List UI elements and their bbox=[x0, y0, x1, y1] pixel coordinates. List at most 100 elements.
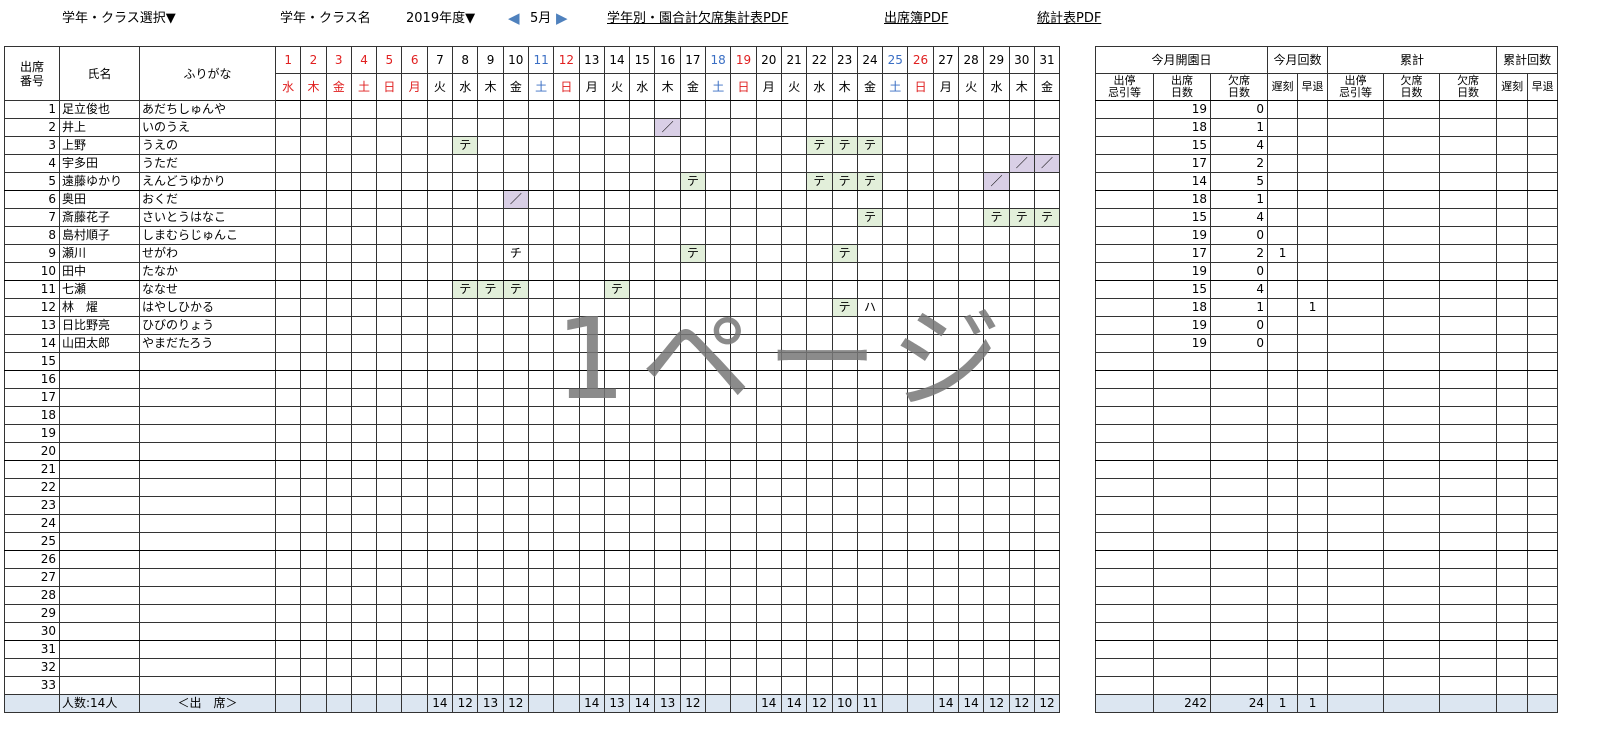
attendance-cell[interactable] bbox=[300, 280, 327, 299]
attendance-mark[interactable]: テ bbox=[831, 298, 858, 317]
attendance-cell[interactable] bbox=[300, 406, 327, 425]
attendance-cell[interactable] bbox=[629, 190, 656, 209]
attendance-cell[interactable] bbox=[983, 316, 1010, 335]
student-kana[interactable]: ひびのりょう bbox=[139, 316, 276, 335]
attendance-cell[interactable] bbox=[780, 316, 808, 335]
student-kana[interactable] bbox=[139, 352, 276, 371]
attendance-cell[interactable] bbox=[705, 172, 732, 191]
attendance-cell[interactable] bbox=[426, 442, 454, 461]
attendance-cell[interactable] bbox=[477, 316, 504, 335]
student-name[interactable] bbox=[59, 568, 140, 587]
attendance-cell[interactable] bbox=[325, 604, 352, 623]
attendance-cell[interactable] bbox=[856, 334, 884, 353]
attendance-cell[interactable] bbox=[679, 586, 707, 605]
student-kana[interactable]: えんどうゆかり bbox=[139, 172, 276, 191]
attendance-cell[interactable] bbox=[376, 568, 403, 587]
attendance-cell[interactable] bbox=[603, 352, 631, 371]
attendance-cell[interactable] bbox=[780, 676, 808, 695]
attendance-cell[interactable] bbox=[350, 604, 378, 623]
attendance-cell[interactable] bbox=[983, 298, 1010, 317]
attendance-cell[interactable] bbox=[755, 568, 782, 587]
attendance-cell[interactable] bbox=[274, 496, 302, 515]
attendance-cell[interactable] bbox=[882, 226, 909, 245]
attendance-cell[interactable] bbox=[958, 334, 985, 353]
attendance-cell[interactable] bbox=[958, 316, 985, 335]
attendance-cell[interactable] bbox=[730, 136, 757, 155]
attendance-cell[interactable] bbox=[527, 514, 555, 533]
attendance-cell[interactable] bbox=[1033, 370, 1061, 389]
student-name[interactable] bbox=[59, 532, 140, 551]
attendance-mark[interactable]: テ bbox=[831, 136, 858, 155]
attendance-cell[interactable] bbox=[401, 244, 428, 263]
attendance-cell[interactable] bbox=[325, 298, 352, 317]
attendance-pdf-link[interactable]: 出席簿PDF bbox=[884, 10, 948, 28]
attendance-cell[interactable] bbox=[679, 334, 707, 353]
attendance-cell[interactable] bbox=[350, 190, 378, 209]
attendance-cell[interactable] bbox=[350, 622, 378, 641]
attendance-cell[interactable] bbox=[907, 226, 934, 245]
attendance-cell[interactable] bbox=[755, 640, 782, 659]
attendance-cell[interactable] bbox=[401, 316, 428, 335]
attendance-cell[interactable] bbox=[376, 388, 403, 407]
attendance-cell[interactable] bbox=[553, 658, 580, 677]
attendance-cell[interactable] bbox=[603, 406, 631, 425]
attendance-cell[interactable] bbox=[629, 586, 656, 605]
attendance-cell[interactable] bbox=[907, 586, 934, 605]
attendance-cell[interactable] bbox=[1008, 226, 1035, 245]
attendance-cell[interactable] bbox=[629, 424, 656, 443]
attendance-cell[interactable] bbox=[856, 118, 884, 137]
student-kana[interactable] bbox=[139, 622, 276, 641]
attendance-cell[interactable] bbox=[325, 622, 352, 641]
attendance-cell[interactable] bbox=[629, 352, 656, 371]
attendance-cell[interactable] bbox=[629, 640, 656, 659]
student-kana[interactable]: はやしひかる bbox=[139, 298, 276, 317]
attendance-mark[interactable]: テ bbox=[831, 244, 858, 263]
attendance-cell[interactable] bbox=[780, 550, 808, 569]
attendance-cell[interactable] bbox=[527, 388, 555, 407]
attendance-cell[interactable] bbox=[350, 388, 378, 407]
attendance-cell[interactable] bbox=[578, 514, 605, 533]
attendance-cell[interactable] bbox=[983, 442, 1010, 461]
attendance-cell[interactable] bbox=[730, 676, 757, 695]
attendance-cell[interactable] bbox=[831, 586, 858, 605]
attendance-cell[interactable] bbox=[806, 118, 833, 137]
attendance-cell[interactable] bbox=[274, 550, 302, 569]
attendance-cell[interactable] bbox=[806, 226, 833, 245]
attendance-cell[interactable] bbox=[629, 208, 656, 227]
attendance-cell[interactable] bbox=[553, 460, 580, 479]
attendance-cell[interactable] bbox=[376, 586, 403, 605]
student-name[interactable] bbox=[59, 640, 140, 659]
attendance-cell[interactable] bbox=[553, 640, 580, 659]
attendance-cell[interactable] bbox=[932, 118, 960, 137]
attendance-cell[interactable] bbox=[831, 370, 858, 389]
attendance-cell[interactable] bbox=[755, 226, 782, 245]
attendance-cell[interactable] bbox=[477, 352, 504, 371]
attendance-cell[interactable] bbox=[426, 532, 454, 551]
attendance-cell[interactable] bbox=[780, 640, 808, 659]
attendance-mark[interactable]: テ bbox=[831, 172, 858, 191]
student-kana[interactable] bbox=[139, 370, 276, 389]
attendance-cell[interactable] bbox=[300, 100, 327, 119]
attendance-cell[interactable] bbox=[1033, 334, 1061, 353]
student-name[interactable] bbox=[59, 406, 140, 425]
attendance-cell[interactable] bbox=[325, 316, 352, 335]
attendance-cell[interactable] bbox=[983, 118, 1010, 137]
attendance-cell[interactable] bbox=[730, 334, 757, 353]
attendance-cell[interactable] bbox=[705, 100, 732, 119]
attendance-cell[interactable] bbox=[603, 460, 631, 479]
attendance-cell[interactable] bbox=[1008, 514, 1035, 533]
attendance-cell[interactable] bbox=[856, 244, 884, 263]
attendance-cell[interactable] bbox=[983, 280, 1010, 299]
attendance-cell[interactable] bbox=[882, 622, 909, 641]
attendance-cell[interactable] bbox=[958, 208, 985, 227]
attendance-cell[interactable] bbox=[603, 478, 631, 497]
attendance-cell[interactable] bbox=[831, 532, 858, 551]
attendance-cell[interactable] bbox=[983, 352, 1010, 371]
attendance-cell[interactable] bbox=[780, 496, 808, 515]
attendance-cell[interactable] bbox=[350, 640, 378, 659]
attendance-cell[interactable] bbox=[882, 334, 909, 353]
attendance-cell[interactable] bbox=[882, 586, 909, 605]
attendance-cell[interactable] bbox=[274, 406, 302, 425]
attendance-mark[interactable]: テ bbox=[1008, 208, 1035, 227]
attendance-cell[interactable] bbox=[629, 496, 656, 515]
